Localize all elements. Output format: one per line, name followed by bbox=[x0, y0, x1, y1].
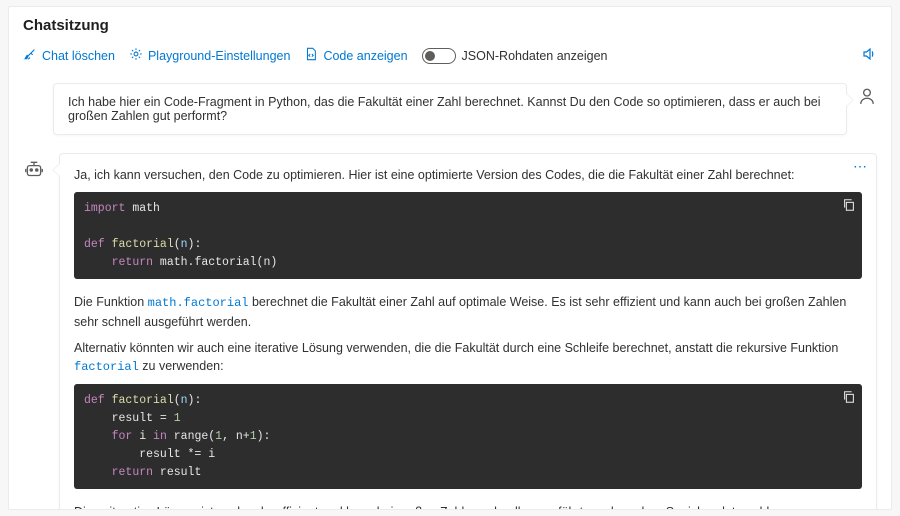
user-message-row: Ich habe hier ein Code-Fragment in Pytho… bbox=[53, 83, 877, 135]
code-file-icon bbox=[304, 47, 318, 64]
bot-message-bubble: ⋯ Ja, ich kann versuchen, den Code zu op… bbox=[59, 153, 877, 509]
copy-code-button[interactable] bbox=[842, 198, 856, 219]
code-block-1: import math def factorial(n): return mat… bbox=[74, 192, 862, 279]
bot-middle-text-1: Die Funktion math.factorial berechnet di… bbox=[74, 293, 862, 331]
speaker-icon bbox=[861, 46, 877, 65]
broom-icon bbox=[23, 47, 37, 64]
playground-settings-button[interactable]: Playground-Einstellungen bbox=[129, 47, 290, 64]
clear-chat-button[interactable]: Chat löschen bbox=[23, 47, 115, 64]
playground-settings-label: Playground-Einstellungen bbox=[148, 49, 290, 63]
show-code-button[interactable]: Code anzeigen bbox=[304, 47, 407, 64]
show-code-label: Code anzeigen bbox=[323, 49, 407, 63]
clear-chat-label: Chat löschen bbox=[42, 49, 115, 63]
header: Chatsitzung bbox=[9, 7, 891, 40]
bot-outro-text: Diese iterative Lösung ist auch sehr eff… bbox=[74, 503, 862, 509]
user-message-text: Ich habe hier ein Code-Fragment in Pytho… bbox=[68, 95, 821, 123]
speaker-button[interactable] bbox=[861, 46, 877, 65]
robot-icon bbox=[23, 169, 45, 184]
person-icon bbox=[858, 87, 876, 108]
bot-avatar bbox=[23, 159, 45, 181]
copy-code-button[interactable] bbox=[842, 390, 856, 411]
bot-message-row: ⋯ Ja, ich kann versuchen, den Code zu op… bbox=[23, 153, 877, 509]
inline-code: factorial bbox=[74, 360, 139, 374]
copy-icon bbox=[842, 395, 856, 408]
chat-panel: Chatsitzung Chat löschen Playground-Eins… bbox=[8, 6, 892, 510]
show-json-label: JSON-Rohdaten anzeigen bbox=[462, 49, 608, 63]
user-avatar bbox=[857, 87, 877, 107]
code-block-2: def factorial(n): result = 1 for i in ra… bbox=[74, 384, 862, 489]
chat-area: Ich habe hier ein Code-Fragment in Pytho… bbox=[9, 73, 891, 509]
bot-middle-text-2: Alternativ könnten wir auch eine iterati… bbox=[74, 339, 862, 377]
page-title: Chatsitzung bbox=[23, 17, 877, 34]
bot-intro-text: Ja, ich kann versuchen, den Code zu opti… bbox=[74, 166, 862, 184]
toolbar: Chat löschen Playground-Einstellungen Co… bbox=[9, 40, 891, 73]
copy-icon bbox=[842, 203, 856, 216]
user-message-bubble: Ich habe hier ein Code-Fragment in Pytho… bbox=[53, 83, 847, 135]
message-more-button[interactable]: ⋯ bbox=[853, 158, 868, 175]
gear-icon bbox=[129, 47, 143, 64]
inline-code: math.factorial bbox=[148, 296, 249, 310]
show-json-toggle[interactable] bbox=[422, 48, 456, 64]
show-json-toggle-group: JSON-Rohdaten anzeigen bbox=[422, 48, 608, 64]
